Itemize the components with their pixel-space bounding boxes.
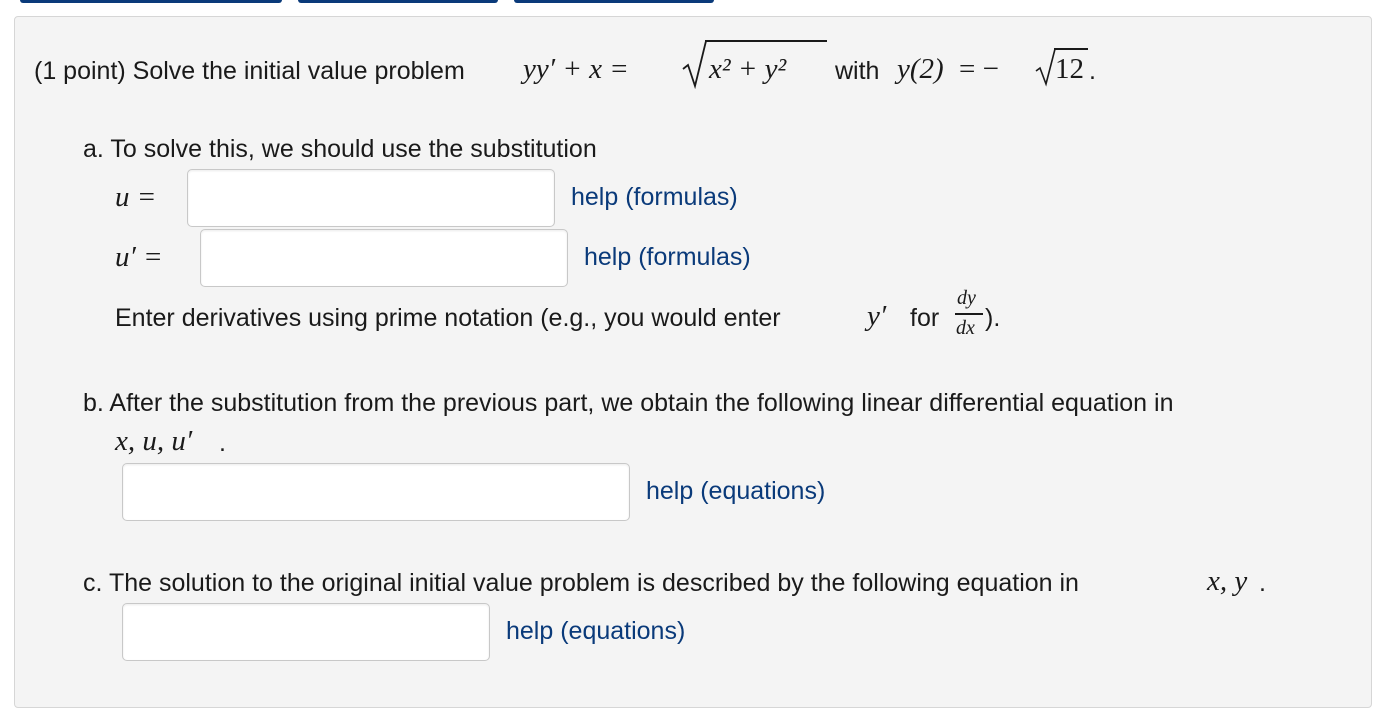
sqrt-small-icon [1035,48,1056,87]
derivative-note-symbol: y′ [867,300,887,332]
sqrt-small-vinculum [1054,48,1088,50]
uprime-label: u′ = [115,241,163,273]
sqrt-icon [682,40,707,89]
problem-prefix: (1 point) Solve the initial value proble… [34,57,465,85]
top-tab-strip [0,0,1374,6]
nav-tab-3[interactable] [514,0,714,3]
part-b-help-link[interactable]: help (equations) [646,477,825,506]
part-b-answer-input[interactable] [122,463,630,521]
sqrt-vinculum [705,40,827,42]
frac-numerator: dy [957,287,976,309]
part-c-intro: c. The solution to the original initial … [83,569,1079,597]
part-b-intro: b. After the substitution from the previ… [83,389,1174,417]
u-input[interactable] [187,169,555,227]
part-a-intro: a. To solve this, we should use the subs… [83,135,597,163]
u-help-link[interactable]: help (formulas) [571,183,738,212]
frac-bar [955,313,983,315]
nav-tab-1[interactable] [20,0,282,3]
derivative-note-for: for [910,304,940,332]
part-c-variables: x, y [1207,565,1248,597]
derivative-note-suffix: ). [985,304,1001,332]
uprime-input[interactable] [200,229,568,287]
part-b-end-period: . [219,429,226,457]
derivative-note-prefix: Enter derivatives using prime notation (… [115,304,781,332]
initial-condition-eq: = − [959,53,999,85]
equation-lhs: yy′ + x = [523,53,629,85]
problem-end-period: . [1089,57,1096,85]
initial-condition-value: 12 [1055,53,1084,85]
initial-condition-lhs: y(2) [897,53,944,85]
part-c-help-link[interactable]: help (equations) [506,617,685,646]
part-c-answer-input[interactable] [122,603,490,661]
uprime-help-link[interactable]: help (formulas) [584,243,751,272]
equation-radicand: x² + y² [709,53,787,85]
nav-tab-2[interactable] [298,0,498,3]
frac-denominator: dx [956,317,975,339]
u-label: u = [115,181,157,213]
part-c-end-period: . [1259,569,1266,597]
with-word: with [835,57,880,85]
problem-panel: (1 point) Solve the initial value proble… [14,16,1372,708]
part-b-variables: x, u, u′ [115,425,193,457]
